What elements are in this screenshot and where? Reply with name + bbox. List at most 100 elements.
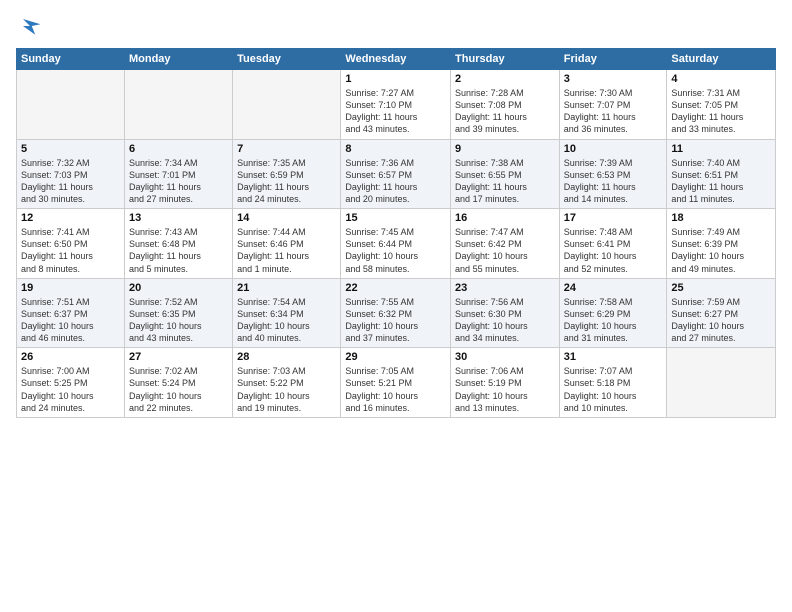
calendar-week-row: 5Sunrise: 7:32 AMSunset: 7:03 PMDaylight…	[17, 139, 776, 209]
day-number: 8	[345, 143, 446, 155]
day-info: Sunrise: 7:36 AMSunset: 6:57 PMDaylight:…	[345, 157, 446, 206]
day-info: Sunrise: 7:44 AMSunset: 6:46 PMDaylight:…	[237, 226, 336, 275]
day-number: 28	[237, 351, 336, 363]
day-number: 21	[237, 282, 336, 294]
calendar-cell: 31 Sunrise: 7:07 AMSunset: 5:18 PMDayligh…	[559, 348, 667, 418]
calendar-week-row: 26 Sunrise: 7:00 AMSunset: 5:25 PMDayligh…	[17, 348, 776, 418]
calendar-cell: 5Sunrise: 7:32 AMSunset: 7:03 PMDaylight…	[17, 139, 125, 209]
calendar-cell: 4 Sunrise: 7:31 AMSunset: 7:05 PMDaylight…	[667, 70, 776, 140]
calendar-cell	[667, 348, 776, 418]
day-info: Sunrise: 7:35 AMSunset: 6:59 PMDaylight:…	[237, 157, 336, 206]
day-info: Sunrise: 7:07 AMSunset: 5:18 PMDaylight:…	[564, 365, 663, 414]
day-info: Sunrise: 7:48 AMSunset: 6:41 PMDaylight:…	[564, 226, 663, 275]
weekday-header: Saturday	[667, 49, 776, 70]
calendar-cell: 6 Sunrise: 7:34 AMSunset: 7:01 PMDaylight…	[124, 139, 232, 209]
calendar-cell: 17Sunrise: 7:48 AMSunset: 6:41 PMDayligh…	[559, 209, 667, 279]
day-info: Sunrise: 7:40 AMSunset: 6:51 PMDaylight:…	[671, 157, 771, 206]
day-number: 12	[21, 212, 120, 224]
day-info: Sunrise: 7:34 AMSunset: 7:01 PMDaylight:…	[129, 157, 228, 206]
calendar-cell: 7 Sunrise: 7:35 AMSunset: 6:59 PMDaylight…	[233, 139, 341, 209]
day-info: Sunrise: 7:02 AMSunset: 5:24 PMDaylight:…	[129, 365, 228, 414]
calendar-week-row: 1 Sunrise: 7:27 AMSunset: 7:10 PMDaylight…	[17, 70, 776, 140]
calendar-cell: 24 Sunrise: 7:58 AMSunset: 6:29 PMDayligh…	[559, 278, 667, 348]
day-info: Sunrise: 7:49 AMSunset: 6:39 PMDaylight:…	[671, 226, 771, 275]
calendar-cell: 10 Sunrise: 7:39 AMSunset: 6:53 PMDayligh…	[559, 139, 667, 209]
day-info: Sunrise: 7:28 AMSunset: 7:08 PMDaylight:…	[455, 87, 555, 136]
day-number: 1	[345, 73, 446, 85]
calendar-cell	[233, 70, 341, 140]
day-info: Sunrise: 7:43 AMSunset: 6:48 PMDaylight:…	[129, 226, 228, 275]
calendar-cell: 27 Sunrise: 7:02 AMSunset: 5:24 PMDayligh…	[124, 348, 232, 418]
day-number: 25	[671, 282, 771, 294]
day-info: Sunrise: 7:27 AMSunset: 7:10 PMDaylight:…	[345, 87, 446, 136]
logo-icon	[16, 12, 44, 40]
day-info: Sunrise: 7:30 AMSunset: 7:07 PMDaylight:…	[564, 87, 663, 136]
logo	[16, 12, 48, 40]
day-number: 31	[564, 351, 663, 363]
day-number: 22	[345, 282, 446, 294]
day-number: 14	[237, 212, 336, 224]
day-info: Sunrise: 7:58 AMSunset: 6:29 PMDaylight:…	[564, 296, 663, 345]
day-info: Sunrise: 7:41 AMSunset: 6:50 PMDaylight:…	[21, 226, 120, 275]
day-number: 18	[671, 212, 771, 224]
weekday-header: Tuesday	[233, 49, 341, 70]
day-number: 4	[671, 73, 771, 85]
day-info: Sunrise: 7:54 AMSunset: 6:34 PMDaylight:…	[237, 296, 336, 345]
weekday-header: Thursday	[451, 49, 560, 70]
day-info: Sunrise: 7:59 AMSunset: 6:27 PMDaylight:…	[671, 296, 771, 345]
calendar: SundayMondayTuesdayWednesdayThursdayFrid…	[16, 48, 776, 418]
day-number: 5	[21, 143, 120, 155]
day-info: Sunrise: 7:03 AMSunset: 5:22 PMDaylight:…	[237, 365, 336, 414]
calendar-cell: 14 Sunrise: 7:44 AMSunset: 6:46 PMDayligh…	[233, 209, 341, 279]
day-number: 23	[455, 282, 555, 294]
day-info: Sunrise: 7:56 AMSunset: 6:30 PMDaylight:…	[455, 296, 555, 345]
day-number: 13	[129, 212, 228, 224]
day-info: Sunrise: 7:52 AMSunset: 6:35 PMDaylight:…	[129, 296, 228, 345]
calendar-cell: 3 Sunrise: 7:30 AMSunset: 7:07 PMDaylight…	[559, 70, 667, 140]
calendar-cell: 11Sunrise: 7:40 AMSunset: 6:51 PMDayligh…	[667, 139, 776, 209]
page: SundayMondayTuesdayWednesdayThursdayFrid…	[0, 0, 792, 612]
day-info: Sunrise: 7:05 AMSunset: 5:21 PMDaylight:…	[345, 365, 446, 414]
calendar-cell: 13 Sunrise: 7:43 AMSunset: 6:48 PMDayligh…	[124, 209, 232, 279]
day-info: Sunrise: 7:06 AMSunset: 5:19 PMDaylight:…	[455, 365, 555, 414]
calendar-cell: 23 Sunrise: 7:56 AMSunset: 6:30 PMDayligh…	[451, 278, 560, 348]
day-number: 24	[564, 282, 663, 294]
day-number: 10	[564, 143, 663, 155]
calendar-week-row: 12 Sunrise: 7:41 AMSunset: 6:50 PMDayligh…	[17, 209, 776, 279]
calendar-cell: 28 Sunrise: 7:03 AMSunset: 5:22 PMDayligh…	[233, 348, 341, 418]
calendar-cell: 20 Sunrise: 7:52 AMSunset: 6:35 PMDayligh…	[124, 278, 232, 348]
day-number: 6	[129, 143, 228, 155]
weekday-header: Monday	[124, 49, 232, 70]
day-number: 30	[455, 351, 555, 363]
calendar-cell: 12 Sunrise: 7:41 AMSunset: 6:50 PMDayligh…	[17, 209, 125, 279]
calendar-cell: 1 Sunrise: 7:27 AMSunset: 7:10 PMDaylight…	[341, 70, 451, 140]
calendar-cell: 2 Sunrise: 7:28 AMSunset: 7:08 PMDaylight…	[451, 70, 560, 140]
day-number: 26	[21, 351, 120, 363]
day-info: Sunrise: 7:39 AMSunset: 6:53 PMDaylight:…	[564, 157, 663, 206]
day-info: Sunrise: 7:38 AMSunset: 6:55 PMDaylight:…	[455, 157, 555, 206]
calendar-cell: 30 Sunrise: 7:06 AMSunset: 5:19 PMDayligh…	[451, 348, 560, 418]
calendar-cell: 16Sunrise: 7:47 AMSunset: 6:42 PMDayligh…	[451, 209, 560, 279]
calendar-week-row: 19 Sunrise: 7:51 AMSunset: 6:37 PMDayligh…	[17, 278, 776, 348]
calendar-cell	[17, 70, 125, 140]
day-number: 20	[129, 282, 228, 294]
day-info: Sunrise: 7:31 AMSunset: 7:05 PMDaylight:…	[671, 87, 771, 136]
calendar-cell: 29 Sunrise: 7:05 AMSunset: 5:21 PMDayligh…	[341, 348, 451, 418]
day-info: Sunrise: 7:51 AMSunset: 6:37 PMDaylight:…	[21, 296, 120, 345]
day-number: 16	[455, 212, 555, 224]
calendar-cell: 9Sunrise: 7:38 AMSunset: 6:55 PMDaylight…	[451, 139, 560, 209]
day-number: 2	[455, 73, 555, 85]
calendar-cell: 22 Sunrise: 7:55 AMSunset: 6:32 PMDayligh…	[341, 278, 451, 348]
day-info: Sunrise: 7:00 AMSunset: 5:25 PMDaylight:…	[21, 365, 120, 414]
day-number: 15	[345, 212, 446, 224]
calendar-cell: 21 Sunrise: 7:54 AMSunset: 6:34 PMDayligh…	[233, 278, 341, 348]
day-info: Sunrise: 7:55 AMSunset: 6:32 PMDaylight:…	[345, 296, 446, 345]
day-number: 3	[564, 73, 663, 85]
weekday-header: Friday	[559, 49, 667, 70]
day-number: 29	[345, 351, 446, 363]
calendar-cell	[124, 70, 232, 140]
day-number: 27	[129, 351, 228, 363]
day-number: 7	[237, 143, 336, 155]
day-number: 19	[21, 282, 120, 294]
calendar-cell: 25 Sunrise: 7:59 AMSunset: 6:27 PMDayligh…	[667, 278, 776, 348]
